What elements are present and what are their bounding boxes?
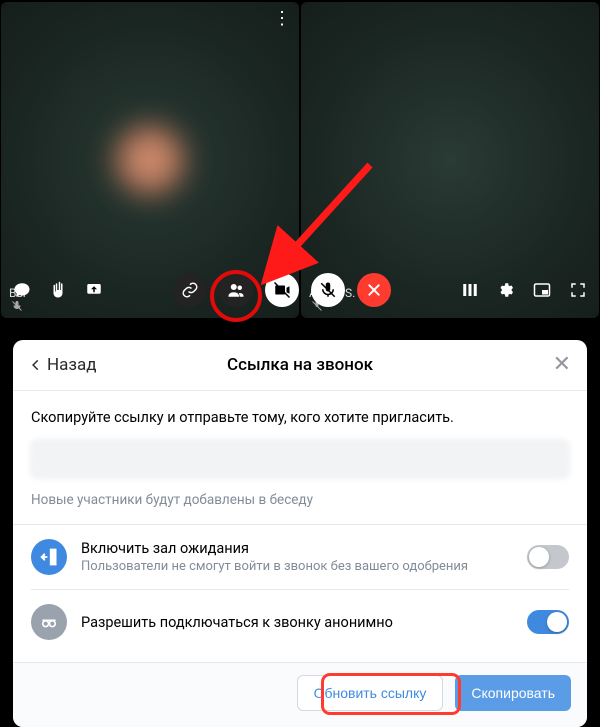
dialog-header: Назад Ссылка на звонок ✕ <box>13 340 587 391</box>
dialog-title: Ссылка на звонок <box>227 355 373 375</box>
share-link-dialog: Назад Ссылка на звонок ✕ Скопируйте ссыл… <box>13 340 587 727</box>
end-call-button[interactable] <box>357 273 391 307</box>
button-label: Обновить ссылку <box>314 685 427 701</box>
option-anonymous: Разрешить подключаться к звонку анонимно <box>31 590 569 654</box>
hint-text: Новые участники будут добавлены в беседу <box>31 492 569 508</box>
back-button[interactable]: Назад <box>29 355 97 375</box>
instruction-text: Скопируйте ссылку и отправьте тому, кого… <box>31 409 569 426</box>
participants-button[interactable] <box>219 273 253 307</box>
waiting-room-icon <box>31 539 67 575</box>
option-title: Разрешить подключаться к звонку анонимно <box>81 614 513 631</box>
video-call-area: ⋮ Вы Artem S. <box>0 0 600 320</box>
settings-icon[interactable] <box>494 278 518 302</box>
anonymous-toggle[interactable] <box>527 610 569 634</box>
camera-toggle-button[interactable] <box>265 273 299 307</box>
anonymous-icon <box>31 604 67 640</box>
tile-more-icon[interactable]: ⋮ <box>273 10 291 28</box>
waiting-room-toggle[interactable] <box>527 545 569 569</box>
raise-hand-icon[interactable] <box>46 278 70 302</box>
fullscreen-icon[interactable] <box>566 278 590 302</box>
avatar-blur <box>415 125 485 195</box>
option-subtitle: Пользователи не смогут войти в звонок бе… <box>81 559 513 574</box>
chevron-left-icon <box>29 358 43 372</box>
back-label: Назад <box>47 355 97 375</box>
copy-button[interactable]: Скопировать <box>455 675 571 711</box>
option-waiting-room: Включить зал ожидания Пользователи не см… <box>31 525 569 590</box>
pip-icon[interactable] <box>530 278 554 302</box>
layout-icon[interactable] <box>458 278 482 302</box>
avatar-blur <box>115 125 185 195</box>
link-button[interactable] <box>173 273 207 307</box>
call-toolbar <box>0 266 600 314</box>
button-label: Скопировать <box>471 685 555 701</box>
link-input[interactable] <box>31 440 569 478</box>
mic-toggle-button[interactable] <box>311 273 345 307</box>
option-title: Включить зал ожидания <box>81 540 513 557</box>
share-screen-icon[interactable] <box>82 278 106 302</box>
refresh-link-button[interactable]: Обновить ссылку <box>297 675 444 711</box>
chat-icon[interactable] <box>10 278 34 302</box>
dialog-footer: Обновить ссылку Скопировать <box>13 662 587 727</box>
close-icon[interactable]: ✕ <box>553 354 571 376</box>
